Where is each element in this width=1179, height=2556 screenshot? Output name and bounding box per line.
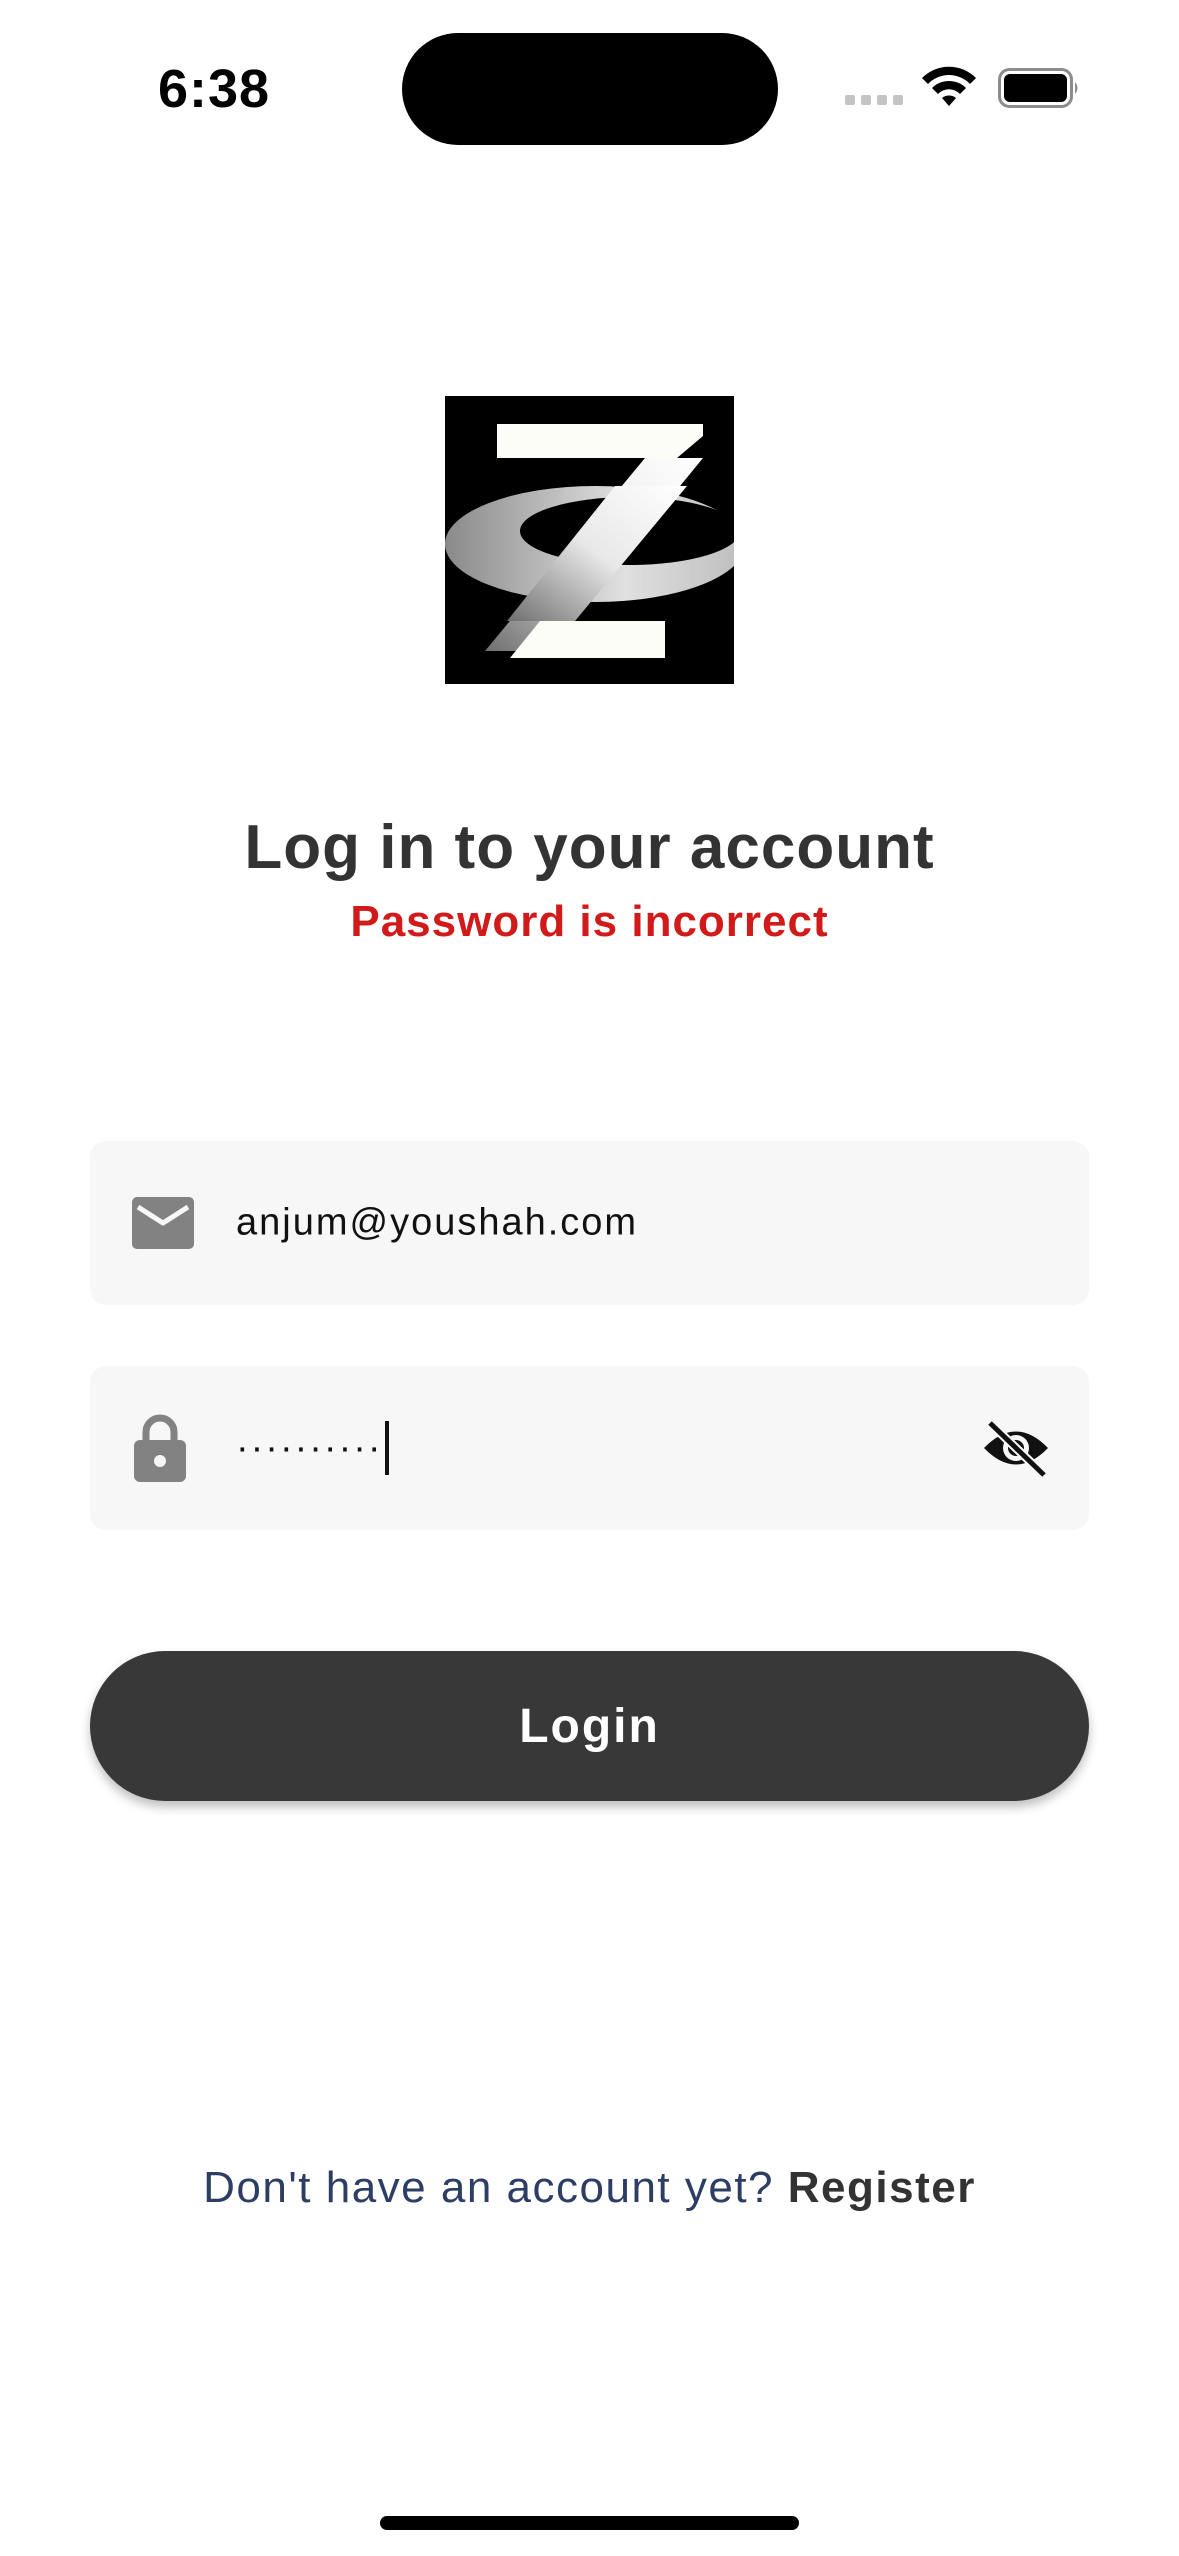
status-time: 6:38 bbox=[158, 59, 271, 119]
email-value: anjum@youshah.com bbox=[236, 1201, 639, 1244]
register-question: Don't have an account yet? bbox=[203, 2163, 775, 2212]
register-link[interactable]: Register bbox=[788, 2163, 976, 2212]
app-logo bbox=[445, 396, 734, 684]
lock-icon bbox=[134, 1414, 186, 1482]
eye-off-icon[interactable] bbox=[982, 1419, 1050, 1477]
mail-icon bbox=[132, 1197, 194, 1249]
page-title: Log in to your account bbox=[244, 813, 935, 882]
register-prompt: Don't have an account yet? Register bbox=[0, 2163, 1179, 2213]
cellular-signal-icon bbox=[845, 95, 903, 105]
wifi-icon bbox=[922, 66, 976, 106]
password-value: ·········· bbox=[236, 1421, 389, 1475]
dynamic-island bbox=[402, 33, 778, 145]
home-indicator[interactable] bbox=[380, 2516, 799, 2530]
email-field[interactable]: anjum@youshah.com bbox=[90, 1141, 1089, 1305]
error-message: Password is incorrect bbox=[350, 897, 829, 946]
battery-icon bbox=[998, 68, 1078, 108]
password-field[interactable]: ·········· bbox=[90, 1366, 1089, 1530]
text-cursor bbox=[384, 1421, 389, 1475]
login-button[interactable]: Login bbox=[90, 1651, 1089, 1801]
